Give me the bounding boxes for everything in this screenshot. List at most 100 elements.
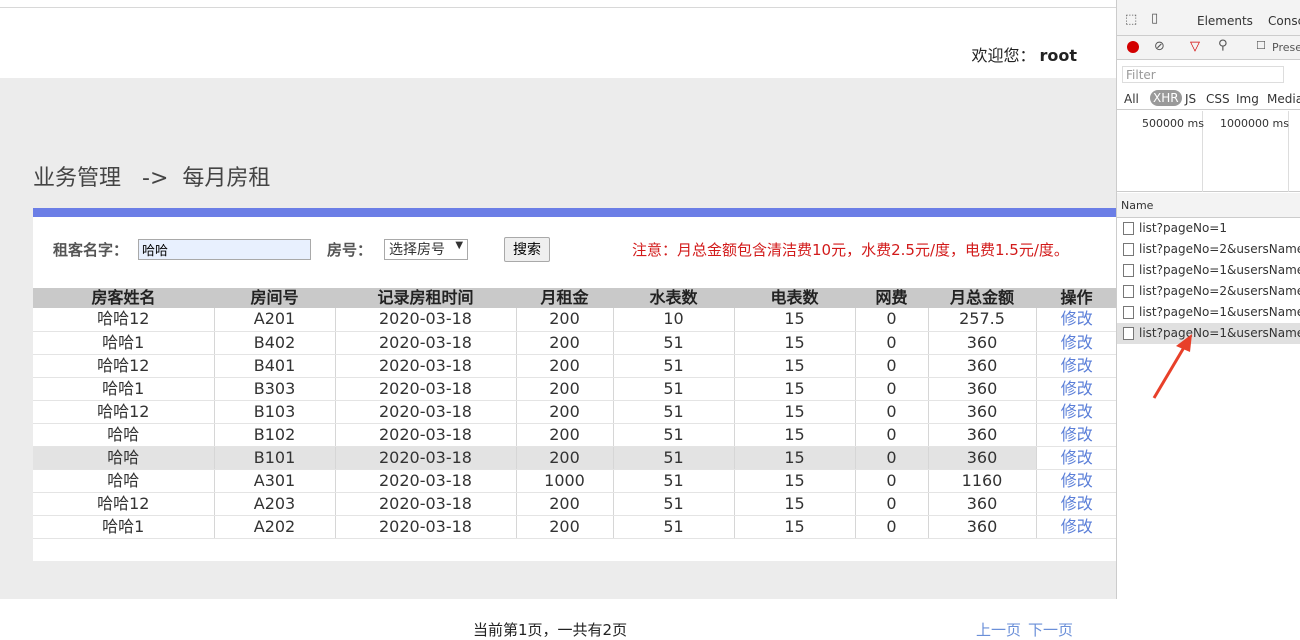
main-content: 业务管理 -> 每月房租 租客名字： 房号： 选择房号 ▼ 搜索 注意：月总金额… (0, 78, 1117, 639)
table-cell: B402 (214, 331, 336, 355)
timeline-tick: 1000000 ms (1220, 117, 1289, 130)
search-icon[interactable]: ⚲ (1218, 38, 1228, 53)
search-form: 租客名字： 房号： 选择房号 ▼ 搜索 (53, 235, 551, 263)
table-cell: 哈哈 (33, 423, 215, 447)
table-row: 哈哈12 B103 2020-03-18 200 51 15 0 360 修改 (33, 400, 1117, 424)
fee-notice: 注意：月总金额包含清洁费10元，水费2.5元/度，电费1.5元/度。 (632, 241, 1069, 259)
table-cell: 2020-03-18 (335, 492, 517, 516)
edit-link[interactable]: 修改 (1036, 423, 1117, 447)
table-cell: 15 (734, 400, 856, 424)
request-item[interactable]: list?pageNo=1 (1117, 218, 1300, 239)
table-cell: B101 (214, 446, 336, 470)
table-cell: 51 (613, 446, 735, 470)
next-page-link[interactable]: 下一页 (1028, 621, 1073, 639)
edit-link[interactable]: 修改 (1036, 377, 1117, 401)
table-row: 哈哈 B101 2020-03-18 200 51 15 0 360 修改 (33, 446, 1117, 470)
column-header: 水表数 (613, 288, 734, 308)
filter-icon[interactable]: ▽ (1190, 39, 1200, 54)
room-select[interactable]: 选择房号 ▼ (384, 238, 469, 260)
type-xhr[interactable]: XHR (1150, 90, 1182, 106)
table-cell: 51 (613, 331, 735, 355)
table-cell: 15 (734, 469, 856, 493)
table-cell: 15 (734, 354, 856, 378)
edit-link[interactable]: 修改 (1036, 400, 1117, 424)
table-header-row: 房客姓名 房间号 记录房租时间 月租金 水表数 电表数 网费 月总金额 操作 (33, 288, 1117, 308)
table-cell: 0 (855, 469, 929, 493)
welcome-text: 欢迎您： root (971, 42, 1077, 66)
table-cell: B102 (214, 423, 336, 447)
table-cell: 15 (734, 308, 856, 332)
page-info: 当前第1页，一共有2页 (473, 621, 628, 639)
table-cell: 2020-03-18 (335, 354, 517, 378)
edit-link[interactable]: 修改 (1036, 331, 1117, 355)
type-css[interactable]: CSS (1206, 92, 1230, 106)
table-cell: 哈哈 (33, 446, 215, 470)
column-header: 网费 (855, 288, 928, 308)
column-header: 操作 (1036, 288, 1117, 308)
request-item[interactable]: list?pageNo=2&usersName=8 (1117, 281, 1300, 302)
table-row: 哈哈 B102 2020-03-18 200 51 15 0 360 修改 (33, 423, 1117, 447)
table-cell: 0 (855, 354, 929, 378)
file-icon (1123, 327, 1134, 340)
type-media[interactable]: Media (1267, 92, 1300, 106)
edit-link[interactable]: 修改 (1036, 446, 1117, 470)
filter-input[interactable]: Filter (1122, 66, 1284, 83)
preserve-log-checkbox[interactable]: ☐ (1256, 39, 1266, 52)
clear-icon[interactable]: ⊘ (1154, 39, 1165, 54)
tab-elements[interactable]: Elements (1197, 14, 1253, 28)
table-cell: A301 (214, 469, 336, 493)
table-row: 哈哈12 B401 2020-03-18 200 51 15 0 360 修改 (33, 354, 1117, 378)
filter-row: Filter (1117, 61, 1300, 87)
table-cell: 15 (734, 377, 856, 401)
table-cell: 200 (516, 331, 614, 355)
request-name: list?pageNo=1 (1139, 221, 1227, 235)
table-cell: 2020-03-18 (335, 446, 517, 470)
table-cell: A201 (214, 308, 336, 332)
table-cell: 360 (928, 400, 1037, 424)
page-links: 上一页 下一页 (976, 619, 1080, 640)
file-icon (1123, 306, 1134, 319)
request-item[interactable]: list?pageNo=1&usersName=8 (1117, 302, 1300, 323)
record-icon[interactable] (1127, 41, 1139, 53)
network-toolbar: ⊘ ▽ ⚲ ☐ Prese (1117, 36, 1300, 60)
table-cell: 0 (855, 377, 929, 401)
edit-link[interactable]: 修改 (1036, 308, 1117, 332)
timeline-tick: 500000 ms (1142, 117, 1204, 130)
type-js[interactable]: JS (1185, 92, 1196, 106)
devtools-panel: ⬚ ▯ Elements Consc ⊘ ▽ ⚲ ☐ Prese Filter … (1117, 0, 1300, 599)
inspect-element-icon[interactable]: ⬚ (1125, 12, 1137, 27)
table-cell: 哈哈12 (33, 400, 215, 424)
table-cell: 51 (613, 423, 735, 447)
table-cell: A203 (214, 492, 336, 516)
edit-link[interactable]: 修改 (1036, 469, 1117, 493)
column-header: 房间号 (214, 288, 335, 308)
search-button[interactable]: 搜索 (504, 236, 551, 262)
edit-link[interactable]: 修改 (1036, 515, 1117, 539)
column-header: 房客姓名 (33, 288, 214, 308)
name-column-header[interactable]: Name (1117, 193, 1300, 218)
pagination: 当前第1页，一共有2页 上一页 下一页 (33, 618, 1117, 640)
table-cell: 200 (516, 492, 614, 516)
table-row: 哈哈12 A203 2020-03-18 200 51 15 0 360 修改 (33, 492, 1117, 516)
type-all[interactable]: All (1124, 92, 1139, 106)
table-row: 哈哈1 B402 2020-03-18 200 51 15 0 360 修改 (33, 331, 1117, 355)
edit-link[interactable]: 修改 (1036, 492, 1117, 516)
table-cell: 1000 (516, 469, 614, 493)
edit-link[interactable]: 修改 (1036, 354, 1117, 378)
prev-page-link[interactable]: 上一页 (976, 621, 1021, 639)
device-toolbar-icon[interactable]: ▯ (1151, 11, 1158, 26)
type-img[interactable]: Img (1236, 92, 1259, 106)
table-cell: A202 (214, 515, 336, 539)
request-item[interactable]: list?pageNo=1&usersName=8 (1117, 260, 1300, 281)
file-icon (1123, 285, 1134, 298)
request-item[interactable]: list?pageNo=2&usersName=8 (1117, 239, 1300, 260)
tenant-name-label: 租客名字： (53, 240, 129, 259)
tenant-name-input[interactable] (138, 238, 312, 260)
breadcrumb-section: 业务管理 (33, 166, 122, 191)
table-cell: 哈哈1 (33, 377, 215, 401)
table-cell: 51 (613, 469, 735, 493)
tab-console[interactable]: Consc (1268, 14, 1300, 28)
table-cell: 200 (516, 515, 614, 539)
table-cell: 360 (928, 331, 1037, 355)
table-cell: 0 (855, 492, 929, 516)
